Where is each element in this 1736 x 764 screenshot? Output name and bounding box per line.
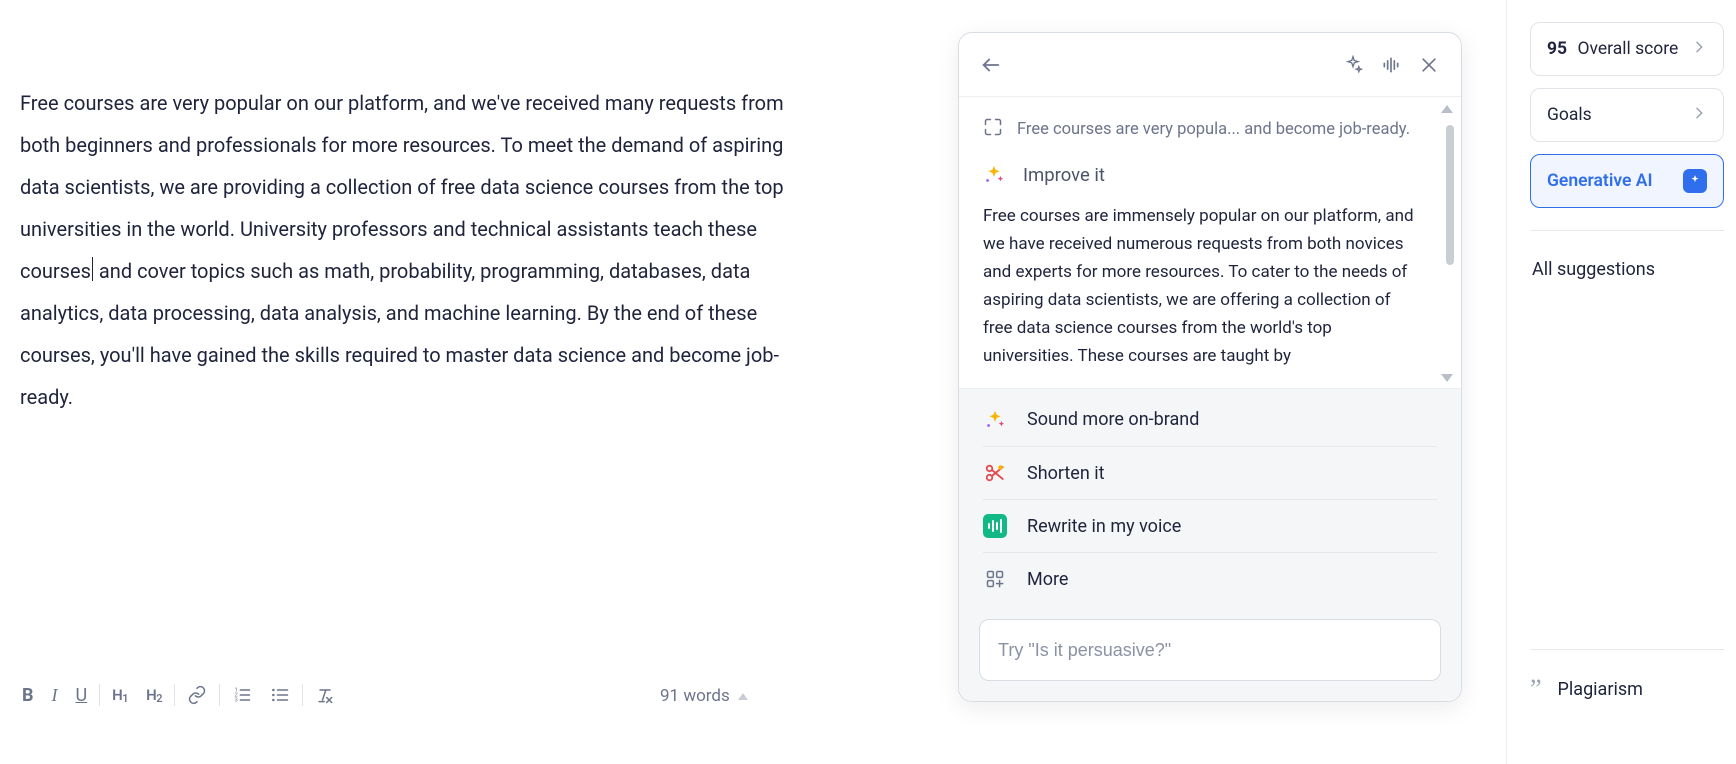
quote-icon: ” [1530,674,1542,704]
goals-card[interactable]: Goals [1530,88,1724,142]
score-value: 95 [1547,39,1567,59]
sparkle-badge-icon [1683,169,1707,193]
bulleted-list-button[interactable] [270,685,290,705]
score-label: Overall score [1577,39,1678,59]
plagiarism-link[interactable]: ” Plagiarism [1530,649,1724,704]
chevron-right-icon [1691,105,1707,126]
word-count-label: 91 words [660,686,730,706]
text-cursor [92,257,93,281]
scissors-icon [983,461,1007,485]
formatting-toolbar: B I U H1 H2 123 [10,684,730,706]
scroll-down-icon[interactable] [1441,374,1453,382]
ai-panel-header [959,33,1461,97]
ai-improve-heading: Improve it [983,164,1437,186]
italic-button[interactable]: I [52,685,58,706]
scroll-up-icon[interactable] [1441,105,1453,113]
option-label: Sound more on-brand [1027,409,1199,430]
option-sound-on-brand[interactable]: Sound more on-brand [983,393,1437,446]
ai-context-snippet: Free courses are very popula... and beco… [1017,120,1410,139]
numbered-list-button[interactable]: 123 [232,685,252,705]
plagiarism-label: Plagiarism [1558,679,1643,700]
editor-text-before: Free courses are very popular on our pla… [20,91,784,283]
editor-text-after: and cover topics such as math, probabili… [20,259,779,409]
right-sidebar: 95 Overall score Goals Generative AI All… [1530,22,1724,290]
sparkle-multicolor-icon [983,164,1005,186]
ai-prompt-input[interactable] [979,619,1441,681]
ai-output-text: Free courses are immensely popular on ou… [983,202,1437,378]
ai-options-list: Sound more on-brand Shorten it Rewrite i… [959,388,1461,605]
word-count[interactable]: 91 words [660,686,748,706]
option-label: Shorten it [1027,463,1105,484]
bold-button[interactable]: B [22,685,34,706]
caret-up-icon [738,693,748,700]
clear-formatting-button[interactable] [315,685,335,705]
ai-assistant-panel: Free courses are very popula... and beco… [958,32,1462,702]
voice-waveform-icon [983,514,1007,538]
close-button[interactable] [1417,53,1441,77]
underline-button[interactable]: U [76,685,88,706]
vertical-divider [1506,0,1507,764]
option-label: Rewrite in my voice [1027,516,1181,537]
h1-button[interactable]: H1 [112,686,128,704]
back-button[interactable] [979,53,1003,77]
option-rewrite-voice[interactable]: Rewrite in my voice [983,499,1437,552]
h2-button[interactable]: H2 [146,686,162,704]
option-shorten[interactable]: Shorten it [983,446,1437,499]
sparkle-icon[interactable] [1341,53,1365,77]
ai-action-label: Improve it [1023,164,1105,186]
all-suggestions-link[interactable]: All suggestions [1530,249,1724,290]
selection-icon [983,117,1003,142]
overall-score-card[interactable]: 95 Overall score [1530,22,1724,76]
sparkle-multicolor-icon [983,408,1007,432]
ai-context-row: Free courses are very popula... and beco… [983,117,1437,142]
grid-plus-icon [983,567,1007,591]
voice-bars-icon[interactable] [1379,53,1403,77]
ai-panel-body: Free courses are very popula... and beco… [959,97,1461,388]
option-more[interactable]: More [983,552,1437,605]
ai-input-area [959,605,1461,701]
gen-ai-label: Generative AI [1547,171,1653,191]
svg-text:3: 3 [235,698,238,704]
chevron-right-icon [1691,39,1707,60]
generative-ai-card[interactable]: Generative AI [1530,154,1724,208]
document-editor[interactable]: Free courses are very popular on our pla… [20,82,820,418]
separator [1530,230,1724,231]
link-button[interactable] [187,685,207,705]
scrollbar-thumb[interactable] [1446,125,1454,265]
goals-label: Goals [1547,105,1592,125]
option-label: More [1027,569,1068,590]
